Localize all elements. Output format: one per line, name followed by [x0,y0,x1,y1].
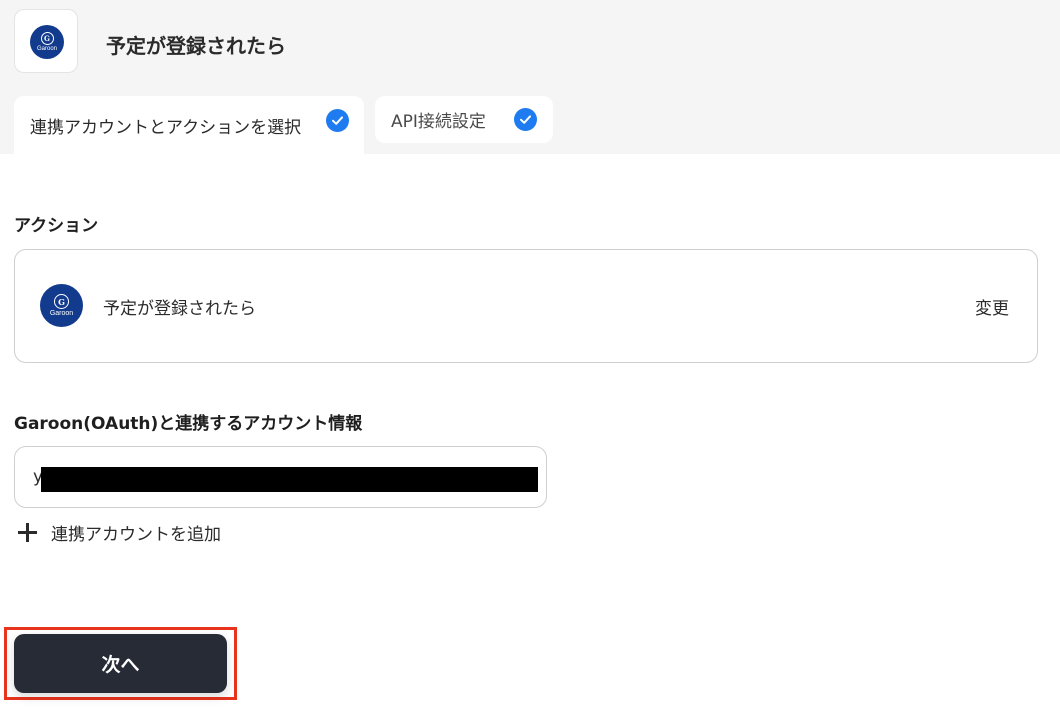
garoon-logo-icon: G Garoon [30,25,64,59]
add-account-label: 連携アカウントを追加 [51,525,221,545]
action-name: 予定が登録されたら [103,299,256,319]
tab-account-and-action[interactable]: 連携アカウントとアクションを選択 [14,96,364,154]
garoon-logo-icon: G Garoon [40,284,83,327]
logo-letter: G [40,32,54,45]
check-icon [326,109,349,132]
tab-api-settings-label: API接続設定 [391,112,486,132]
action-card: G Garoon 予定が登録されたら 変更 [14,249,1038,363]
header: G Garoon 予定が登録されたら 連携アカウントとアクションを選択 API接… [0,0,1060,154]
change-action-button[interactable]: 変更 [975,294,1009,319]
check-icon [514,108,537,131]
account-select[interactable]: y [14,446,547,508]
tab-account-and-action-label: 連携アカウントとアクションを選択 [30,117,302,138]
logo-word: Garoon [49,310,74,317]
plus-icon [18,523,37,542]
app-icon-box: G Garoon [14,9,78,73]
logo-letter: G [54,294,69,309]
logo-word: Garoon [36,46,57,52]
account-section-label: Garoon(OAuth)と連携するアカウント情報 [14,414,363,434]
redaction-bar [41,467,538,492]
tab-api-settings[interactable]: API接続設定 [375,96,553,143]
next-button[interactable]: 次へ [14,634,227,693]
page-title: 予定が登録されたら [106,34,286,58]
add-account-button[interactable]: 連携アカウントを追加 [18,520,221,545]
action-section-label: アクション [14,216,99,236]
